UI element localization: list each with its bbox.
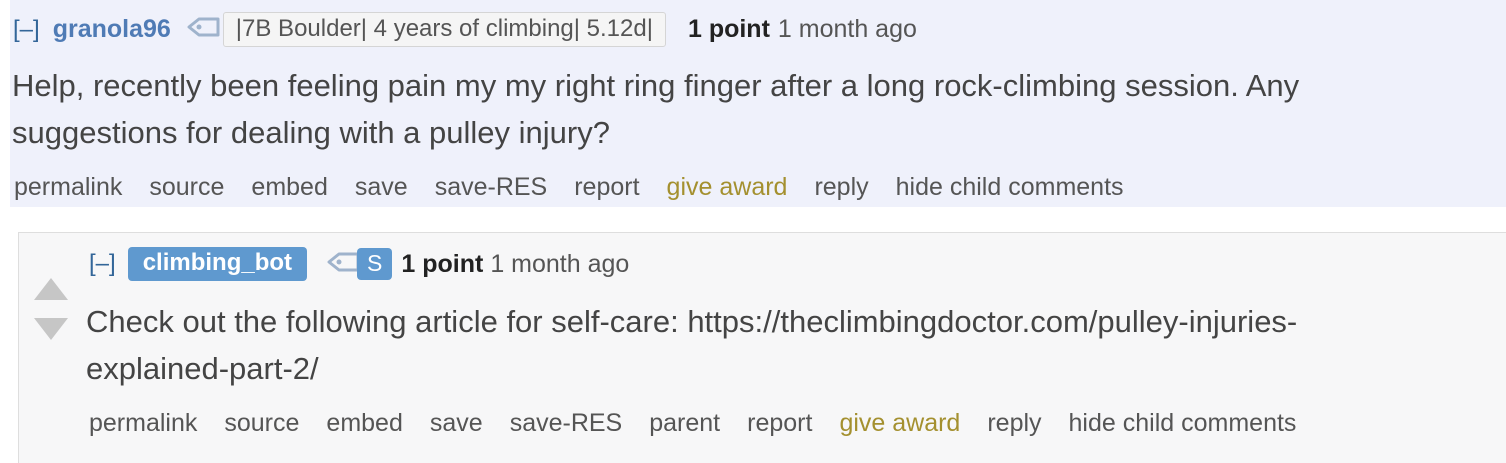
tag-icon[interactable] <box>327 251 361 278</box>
submitter-badge[interactable]: S <box>357 248 393 280</box>
reply-link[interactable]: reply <box>987 409 1041 438</box>
comment-body-line[interactable]: Check out the following article for self… <box>86 298 1297 345</box>
comment-climbing-bot: [–] climbing_bot S 1 point 1 month ago C… <box>18 232 1506 463</box>
parent-link[interactable]: parent <box>649 409 720 438</box>
comment-tagline: [–] granola96 |7B Boulder| 4 years of cl… <box>13 12 917 47</box>
author-link[interactable]: granola96 <box>53 15 171 44</box>
embed-link[interactable]: embed <box>326 409 402 438</box>
collapse-toggle[interactable]: [–] <box>89 250 116 278</box>
report-link[interactable]: report <box>574 173 639 202</box>
comment-buttons: permalink source embed save save-RES par… <box>89 409 1323 438</box>
comment-buttons: permalink source embed save save-RES rep… <box>14 173 1151 202</box>
timestamp: 1 month ago <box>777 15 917 43</box>
downvote-arrow-icon[interactable] <box>34 318 68 340</box>
user-flair: |7B Boulder| 4 years of climbing| 5.12d| <box>222 12 666 47</box>
comment-granola96: [–] granola96 |7B Boulder| 4 years of cl… <box>10 0 1506 207</box>
hide-child-comments-link[interactable]: hide child comments <box>1069 409 1297 438</box>
give-award-link[interactable]: give award <box>667 173 788 202</box>
source-link[interactable]: source <box>149 173 224 202</box>
upvote-arrow-icon[interactable] <box>34 278 68 300</box>
source-link[interactable]: source <box>224 409 299 438</box>
reply-link[interactable]: reply <box>814 173 868 202</box>
comment-body: Help, recently been feeling pain my my r… <box>12 62 1299 156</box>
timestamp: 1 month ago <box>490 249 630 278</box>
comment-body-line: suggestions for dealing with a pulley in… <box>12 115 610 150</box>
comment-body-line: Help, recently been feeling pain my my r… <box>12 68 1300 103</box>
save-res-link[interactable]: save-RES <box>510 409 623 438</box>
save-link[interactable]: save <box>430 409 483 438</box>
score: 1 point <box>687 15 770 43</box>
report-link[interactable]: report <box>747 409 812 438</box>
hide-child-comments-link[interactable]: hide child comments <box>896 173 1124 202</box>
permalink-link[interactable]: permalink <box>89 409 197 438</box>
permalink-link[interactable]: permalink <box>14 173 122 202</box>
score: 1 point <box>401 249 484 278</box>
comment-body: Check out the following article for self… <box>86 298 1297 392</box>
collapse-toggle[interactable]: [–] <box>13 16 40 44</box>
comment-tagline: [–] climbing_bot S 1 point 1 month ago <box>89 247 629 281</box>
save-link[interactable]: save <box>355 173 408 202</box>
save-res-link[interactable]: save-RES <box>435 173 548 202</box>
comment-body-line[interactable]: explained-part-2/ <box>86 345 1297 392</box>
author-link[interactable]: climbing_bot <box>127 247 308 281</box>
tag-icon[interactable] <box>187 16 221 43</box>
give-award-link[interactable]: give award <box>839 409 960 438</box>
embed-link[interactable]: embed <box>251 173 327 202</box>
